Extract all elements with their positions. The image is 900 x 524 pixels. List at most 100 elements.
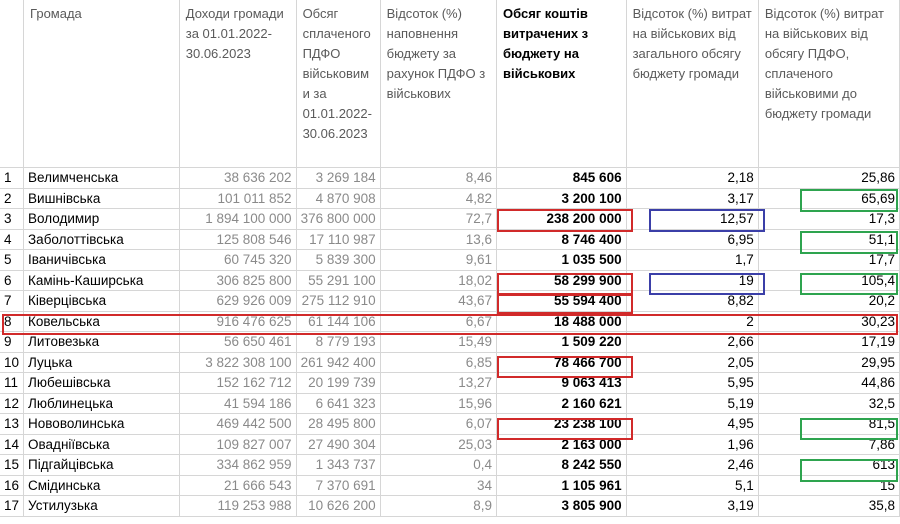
spending-share-budget-cell[interactable]: 2,46 xyxy=(626,454,759,476)
military-spending-cell[interactable]: 3 200 100 xyxy=(496,188,627,209)
spending-share-budget-cell[interactable]: 1,7 xyxy=(626,249,759,271)
community-name[interactable]: Люблинецька xyxy=(23,393,180,414)
military-spending-cell[interactable]: 1 509 220 xyxy=(496,331,627,353)
row-number[interactable]: 2 xyxy=(0,188,25,209)
revenue-cell[interactable]: 101 011 852 xyxy=(179,188,297,209)
military-pdfo-cell[interactable]: 20 199 739 xyxy=(296,372,381,394)
spending-share-pdfo-cell[interactable]: 25,86 xyxy=(758,167,900,189)
military-pdfo-cell[interactable]: 7 370 691 xyxy=(296,475,381,496)
row-number[interactable]: 6 xyxy=(0,270,25,291)
spending-share-pdfo-cell[interactable]: 81,5 xyxy=(758,413,900,435)
military-spending-cell[interactable]: 78 466 700 xyxy=(496,352,627,373)
row-number[interactable]: 7 xyxy=(0,290,25,312)
pdfo-share-cell[interactable]: 34 xyxy=(380,475,498,496)
pdfo-share-cell[interactable]: 8,46 xyxy=(380,167,498,189)
community-name[interactable]: Устилузька xyxy=(23,495,180,517)
header-spending-share-budget[interactable]: Відсоток (%) витрат на військових від за… xyxy=(626,0,759,168)
military-pdfo-cell[interactable]: 10 626 200 xyxy=(296,495,381,517)
spending-share-pdfo-cell[interactable]: 32,5 xyxy=(758,393,900,414)
revenue-cell[interactable]: 3 822 308 100 xyxy=(179,352,297,373)
row-number[interactable]: 8 xyxy=(0,311,25,332)
military-spending-cell[interactable]: 238 200 000 xyxy=(496,208,627,230)
header-military-spending[interactable]: Обсяг коштів витрачених з бюджету на вій… xyxy=(496,0,627,168)
spending-share-pdfo-cell[interactable]: 44,86 xyxy=(758,372,900,394)
spending-share-pdfo-cell[interactable]: 613 xyxy=(758,454,900,476)
header-community[interactable]: Громада xyxy=(23,0,180,168)
spending-share-budget-cell[interactable]: 3,19 xyxy=(626,495,759,517)
military-pdfo-cell[interactable]: 3 269 184 xyxy=(296,167,381,189)
pdfo-share-cell[interactable]: 4,82 xyxy=(380,188,498,209)
pdfo-share-cell[interactable]: 13,6 xyxy=(380,229,498,250)
community-name[interactable]: Заболоттівська xyxy=(23,229,180,250)
military-spending-cell[interactable]: 9 063 413 xyxy=(496,372,627,394)
row-number[interactable]: 10 xyxy=(0,352,25,373)
revenue-cell[interactable]: 60 745 320 xyxy=(179,249,297,271)
military-pdfo-cell[interactable]: 5 839 300 xyxy=(296,249,381,271)
community-name[interactable]: Смідинська xyxy=(23,475,180,496)
community-name[interactable]: Володимир xyxy=(23,208,180,230)
row-number[interactable]: 9 xyxy=(0,331,25,353)
header-row-number[interactable] xyxy=(0,0,25,168)
military-pdfo-cell[interactable]: 4 870 908 xyxy=(296,188,381,209)
military-spending-cell[interactable]: 8 746 400 xyxy=(496,229,627,250)
spending-share-pdfo-cell[interactable]: 17,19 xyxy=(758,331,900,353)
row-number[interactable]: 11 xyxy=(0,372,25,394)
row-number[interactable]: 5 xyxy=(0,249,25,271)
header-military-pdfo[interactable]: Обсяг сплаченого ПДФО військовими за 01.… xyxy=(296,0,381,168)
military-pdfo-cell[interactable]: 376 800 000 xyxy=(296,208,381,230)
community-name[interactable]: Підгайцівська xyxy=(23,454,180,476)
pdfo-share-cell[interactable]: 43,67 xyxy=(380,290,498,312)
pdfo-share-cell[interactable]: 0,4 xyxy=(380,454,498,476)
row-number[interactable]: 17 xyxy=(0,495,25,517)
spending-share-budget-cell[interactable]: 8,82 xyxy=(626,290,759,312)
community-name[interactable]: Велимченська xyxy=(23,167,180,189)
header-pdfo-share[interactable]: Відсоток (%) наповнення бюджету за рахун… xyxy=(380,0,498,168)
military-spending-cell[interactable]: 18 488 000 xyxy=(496,311,627,332)
header-revenue[interactable]: Доходи громади за 01.01.2022-30.06.2023 xyxy=(179,0,297,168)
military-spending-cell[interactable]: 845 606 xyxy=(496,167,627,189)
revenue-cell[interactable]: 334 862 959 xyxy=(179,454,297,476)
military-pdfo-cell[interactable]: 27 490 304 xyxy=(296,434,381,455)
row-number[interactable]: 13 xyxy=(0,413,25,435)
military-pdfo-cell[interactable]: 8 779 193 xyxy=(296,331,381,353)
revenue-cell[interactable]: 916 476 625 xyxy=(179,311,297,332)
spending-share-pdfo-cell[interactable]: 20,2 xyxy=(758,290,900,312)
spending-share-pdfo-cell[interactable]: 30,23 xyxy=(758,311,900,332)
row-number[interactable]: 16 xyxy=(0,475,25,496)
spending-share-budget-cell[interactable]: 2,66 xyxy=(626,331,759,353)
pdfo-share-cell[interactable]: 15,96 xyxy=(380,393,498,414)
spending-share-pdfo-cell[interactable]: 17,7 xyxy=(758,249,900,271)
military-pdfo-cell[interactable]: 55 291 100 xyxy=(296,270,381,291)
military-pdfo-cell[interactable]: 261 942 400 xyxy=(296,352,381,373)
community-name[interactable]: Овадніївська xyxy=(23,434,180,455)
spending-share-budget-cell[interactable]: 2 xyxy=(626,311,759,332)
spending-share-budget-cell[interactable]: 12,57 xyxy=(626,208,759,230)
military-spending-cell[interactable]: 1 105 961 xyxy=(496,475,627,496)
revenue-cell[interactable]: 152 162 712 xyxy=(179,372,297,394)
row-number[interactable]: 12 xyxy=(0,393,25,414)
spending-share-budget-cell[interactable]: 1,96 xyxy=(626,434,759,455)
military-spending-cell[interactable]: 2 163 000 xyxy=(496,434,627,455)
pdfo-share-cell[interactable]: 8,9 xyxy=(380,495,498,517)
pdfo-share-cell[interactable]: 6,67 xyxy=(380,311,498,332)
spending-share-pdfo-cell[interactable]: 51,1 xyxy=(758,229,900,250)
pdfo-share-cell[interactable]: 6,07 xyxy=(380,413,498,435)
spending-share-pdfo-cell[interactable]: 15 xyxy=(758,475,900,496)
revenue-cell[interactable]: 109 827 007 xyxy=(179,434,297,455)
military-pdfo-cell[interactable]: 28 495 800 xyxy=(296,413,381,435)
spending-share-budget-cell[interactable]: 4,95 xyxy=(626,413,759,435)
row-number[interactable]: 15 xyxy=(0,454,25,476)
military-pdfo-cell[interactable]: 61 144 106 xyxy=(296,311,381,332)
pdfo-share-cell[interactable]: 9,61 xyxy=(380,249,498,271)
spending-share-pdfo-cell[interactable]: 7,86 xyxy=(758,434,900,455)
revenue-cell[interactable]: 21 666 543 xyxy=(179,475,297,496)
revenue-cell[interactable]: 38 636 202 xyxy=(179,167,297,189)
military-pdfo-cell[interactable]: 17 110 987 xyxy=(296,229,381,250)
row-number[interactable]: 4 xyxy=(0,229,25,250)
spending-share-pdfo-cell[interactable]: 65,69 xyxy=(758,188,900,209)
community-name[interactable]: Литовезька xyxy=(23,331,180,353)
pdfo-share-cell[interactable]: 15,49 xyxy=(380,331,498,353)
military-pdfo-cell[interactable]: 6 641 323 xyxy=(296,393,381,414)
community-name[interactable]: Іваничівська xyxy=(23,249,180,271)
spending-share-budget-cell[interactable]: 3,17 xyxy=(626,188,759,209)
